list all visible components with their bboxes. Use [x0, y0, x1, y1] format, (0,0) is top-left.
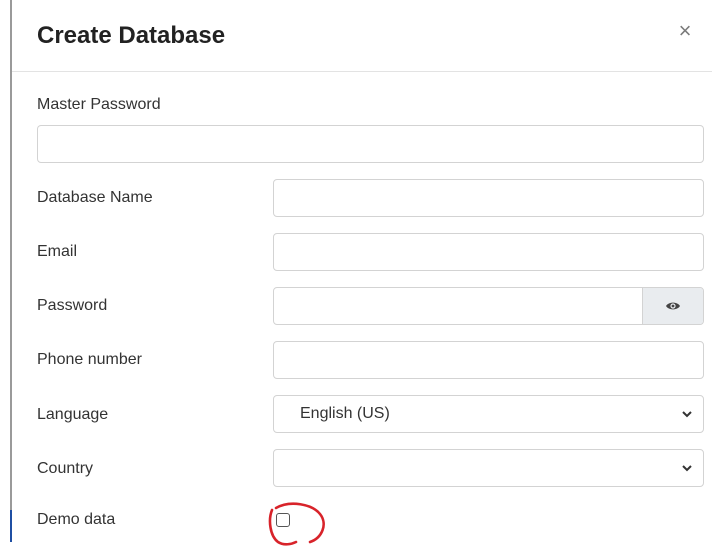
password-label: Password — [37, 297, 108, 314]
eye-icon — [666, 302, 680, 310]
password-input[interactable] — [274, 288, 644, 324]
email-label: Email — [37, 243, 78, 260]
background-window-edge — [0, 0, 12, 542]
password-field-wrapper — [273, 287, 704, 325]
country-selected-value — [274, 450, 703, 486]
dialog-title: Create Database — [37, 22, 226, 49]
country-select[interactable] — [273, 449, 704, 487]
chevron-down-icon — [682, 465, 692, 472]
close-button[interactable]: × — [674, 18, 696, 44]
demo-data-label: Demo data — [37, 511, 116, 528]
master-password-label: Master Password — [37, 96, 161, 113]
database-name-field-wrapper — [273, 179, 704, 217]
show-password-button[interactable] — [642, 288, 703, 324]
email-field-wrapper — [273, 233, 704, 271]
create-database-dialog: Create Database × Master Password Databa… — [12, 0, 712, 546]
master-password-field-wrapper — [37, 125, 704, 163]
email-input[interactable] — [274, 234, 703, 270]
master-password-input[interactable] — [38, 126, 703, 162]
database-name-label: Database Name — [37, 189, 153, 206]
dialog-header: Create Database × — [12, 0, 712, 72]
chevron-down-icon — [682, 411, 692, 418]
phone-number-label: Phone number — [37, 351, 142, 368]
language-select[interactable]: English (US) — [273, 395, 704, 433]
red-circle-annotation — [268, 502, 325, 546]
phone-number-input[interactable] — [274, 342, 703, 378]
language-label: Language — [37, 406, 109, 423]
country-label: Country — [37, 460, 94, 477]
database-name-input[interactable] — [274, 180, 703, 216]
language-selected-value: English (US) — [300, 405, 390, 422]
phone-number-field-wrapper — [273, 341, 704, 379]
